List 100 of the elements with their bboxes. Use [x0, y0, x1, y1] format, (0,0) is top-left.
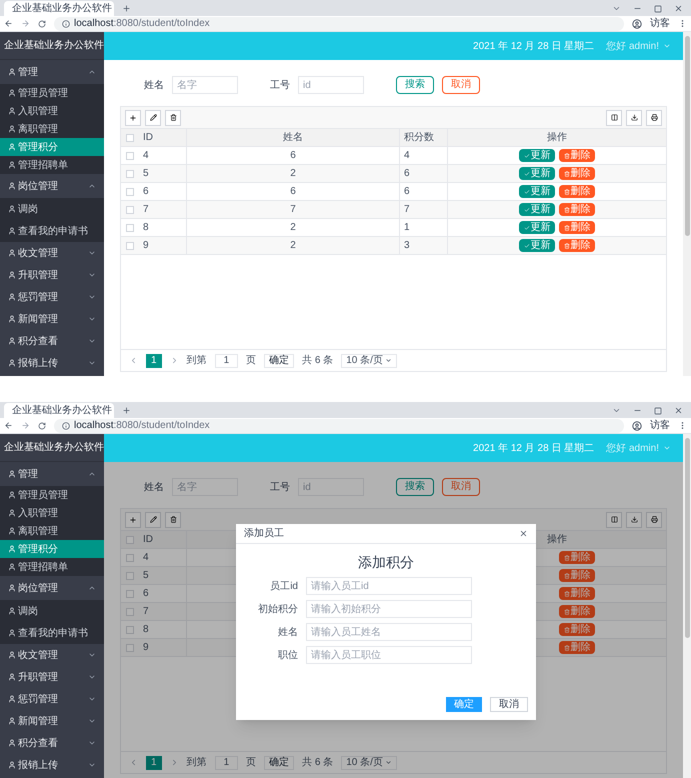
- profile-icon[interactable]: [632, 18, 642, 28]
- menu-group[interactable]: 管理: [0, 60, 104, 84]
- menu-item[interactable]: 离职管理: [0, 522, 104, 540]
- tab-search-icon[interactable]: [612, 4, 621, 13]
- menu-group[interactable]: 惩罚管理: [0, 286, 104, 308]
- menu-group[interactable]: 新闻管理: [0, 308, 104, 330]
- menu-group[interactable]: 惩罚管理: [0, 688, 104, 710]
- printer-button[interactable]: [646, 110, 662, 126]
- input-field[interactable]: 请输入员工id: [306, 577, 472, 595]
- menu-group[interactable]: 岗位管理: [0, 174, 104, 198]
- menu-group[interactable]: 新闻管理: [0, 710, 104, 732]
- row-checkbox[interactable]: [126, 224, 134, 232]
- menu-group[interactable]: 升职管理: [0, 666, 104, 688]
- menu-item[interactable]: 管理招聘单: [0, 558, 104, 576]
- browser-tab[interactable]: 企业基础业务办公软件: [4, 403, 114, 418]
- new-tab-icon[interactable]: [122, 4, 131, 13]
- update-button[interactable]: 更新: [519, 149, 555, 162]
- close-window-icon[interactable]: [674, 406, 683, 415]
- trash-button[interactable]: [165, 110, 181, 126]
- row-checkbox[interactable]: [126, 536, 134, 544]
- confirm-button[interactable]: 确定: [264, 354, 294, 368]
- page-input[interactable]: 1: [214, 354, 238, 368]
- menu-item[interactable]: 入职管理: [0, 102, 104, 120]
- columns-button[interactable]: [606, 110, 622, 126]
- menu-item[interactable]: 离职管理: [0, 120, 104, 138]
- close-icon[interactable]: [519, 529, 528, 538]
- row-checkbox[interactable]: [126, 242, 134, 250]
- menu-item[interactable]: 管理积分: [0, 540, 104, 558]
- search-field[interactable]: 名字: [172, 478, 238, 496]
- menu-group[interactable]: 管理: [0, 462, 104, 486]
- row-checkbox[interactable]: [126, 554, 134, 562]
- trash-button[interactable]: [165, 512, 181, 528]
- menu-item[interactable]: 管理积分: [0, 138, 104, 156]
- tab-search-icon[interactable]: [612, 406, 621, 415]
- menu-group[interactable]: 岗位管理: [0, 576, 104, 600]
- address-bar[interactable]: localhost:8080/student/toIndex: [54, 418, 624, 432]
- menu-group[interactable]: 收文管理: [0, 644, 104, 666]
- profile-label[interactable]: 访客: [650, 420, 670, 430]
- menu-item[interactable]: 管理员管理: [0, 84, 104, 102]
- prev-page-icon[interactable]: [129, 758, 138, 767]
- menu-group[interactable]: 报销上传: [0, 754, 104, 776]
- update-button[interactable]: 更新: [519, 221, 555, 234]
- back-icon[interactable]: [4, 19, 13, 28]
- profile-icon[interactable]: [632, 420, 642, 430]
- update-button[interactable]: 更新: [519, 203, 555, 216]
- prev-page-icon[interactable]: [129, 356, 138, 365]
- reload-icon[interactable]: [38, 20, 46, 28]
- forward-icon[interactable]: [21, 19, 30, 28]
- input-field[interactable]: 请输入员工姓名: [306, 623, 472, 641]
- reload-icon[interactable]: [38, 422, 46, 430]
- page-input[interactable]: 1: [214, 756, 238, 770]
- download-button[interactable]: [626, 512, 642, 528]
- search-field[interactable]: id: [298, 478, 364, 496]
- menu-item[interactable]: 调岗: [0, 198, 104, 220]
- update-button[interactable]: 更新: [519, 167, 555, 180]
- cancel-button[interactable]: 取消: [490, 697, 528, 712]
- update-button[interactable]: 更新: [519, 239, 555, 252]
- row-checkbox[interactable]: [126, 590, 134, 598]
- menu-item[interactable]: 查看我的申请书: [0, 220, 104, 242]
- pencil-button[interactable]: [145, 110, 161, 126]
- menu-group[interactable]: 积分查看: [0, 330, 104, 352]
- maximize-icon[interactable]: [654, 406, 662, 414]
- menu-item[interactable]: 管理员管理: [0, 486, 104, 504]
- page-number[interactable]: 1: [146, 354, 162, 368]
- row-checkbox[interactable]: [126, 608, 134, 616]
- row-checkbox[interactable]: [126, 170, 134, 178]
- row-checkbox[interactable]: [126, 206, 134, 214]
- confirm-button[interactable]: 确定: [264, 756, 294, 770]
- page-size-select[interactable]: 10 条/页: [341, 756, 397, 770]
- maximize-icon[interactable]: [654, 4, 662, 12]
- search-field[interactable]: id: [298, 76, 364, 94]
- search-button[interactable]: 搜索: [396, 76, 434, 94]
- close-window-icon[interactable]: [674, 4, 683, 13]
- pencil-button[interactable]: [145, 512, 161, 528]
- search-field[interactable]: 名字: [172, 76, 238, 94]
- input-field[interactable]: 请输入初始积分: [306, 600, 472, 618]
- menu-item[interactable]: 管理招聘单: [0, 156, 104, 174]
- address-bar[interactable]: localhost:8080/student/toIndex: [54, 16, 624, 30]
- input-field[interactable]: 请输入员工职位: [306, 646, 472, 664]
- row-checkbox[interactable]: [126, 188, 134, 196]
- new-tab-icon[interactable]: [122, 406, 131, 415]
- download-button[interactable]: [626, 110, 642, 126]
- menu-item[interactable]: 调岗: [0, 600, 104, 622]
- menu-group[interactable]: 报销上传: [0, 352, 104, 374]
- row-checkbox[interactable]: [126, 572, 134, 580]
- update-button[interactable]: 更新: [519, 185, 555, 198]
- browser-tab[interactable]: 企业基础业务办公软件: [4, 1, 114, 16]
- row-checkbox[interactable]: [126, 152, 134, 160]
- row-checkbox[interactable]: [126, 644, 134, 652]
- menu-item[interactable]: 查看我的申请书: [0, 622, 104, 644]
- row-checkbox[interactable]: [126, 134, 134, 142]
- menu-group[interactable]: 升职管理: [0, 264, 104, 286]
- forward-icon[interactable]: [21, 421, 30, 430]
- add-button[interactable]: [125, 110, 141, 126]
- back-icon[interactable]: [4, 421, 13, 430]
- page-size-select[interactable]: 10 条/页: [341, 354, 397, 368]
- profile-label[interactable]: 访客: [650, 18, 670, 28]
- menu-item[interactable]: 入职管理: [0, 504, 104, 522]
- add-button[interactable]: [125, 512, 141, 528]
- columns-button[interactable]: [606, 512, 622, 528]
